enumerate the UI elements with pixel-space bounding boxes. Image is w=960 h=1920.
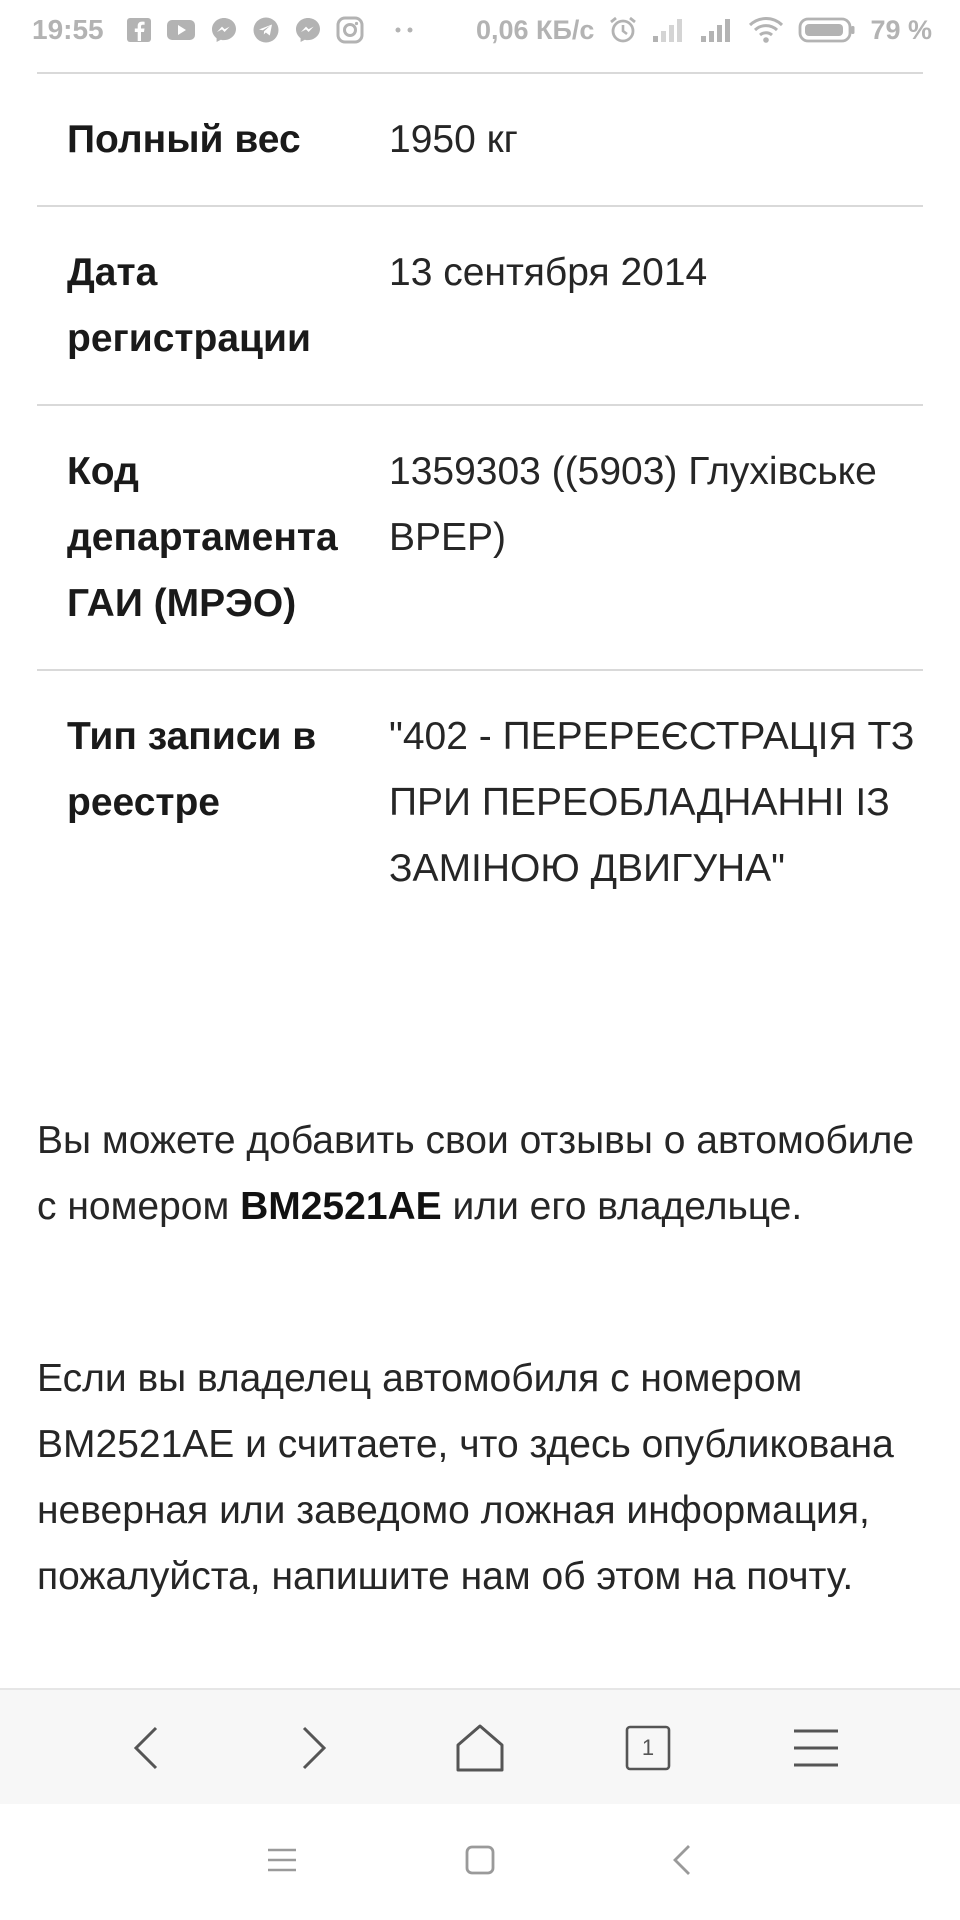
facebook-icon	[126, 17, 152, 43]
network-speed: 0,06 КБ/с	[475, 14, 595, 45]
battery-icon	[798, 16, 856, 44]
forward-button[interactable]	[254, 1690, 374, 1806]
home-square-icon	[465, 1845, 495, 1880]
alarm-icon	[608, 15, 638, 45]
recent-apps-icon	[267, 1847, 297, 1878]
table-row: Дата регистрации 13 сентября 2014	[37, 207, 923, 406]
page-content: Полный вес 1950 кг Дата регистрации 13 с…	[0, 60, 960, 1688]
back-icon	[131, 1725, 161, 1771]
plate-number: BM2521AE	[240, 1185, 442, 1228]
recent-apps-button[interactable]	[232, 1804, 332, 1920]
wifi-icon	[748, 16, 784, 44]
battery-percent: 79 %	[870, 14, 932, 45]
menu-icon	[793, 1728, 839, 1768]
table-row: Код департамента ГАИ (МРЭО) 1359303 ((59…	[37, 406, 923, 671]
row-label: Дата регистрации	[67, 251, 311, 360]
owner-paragraph: Если вы владелец автомобиля с номером BM…	[37, 1357, 894, 1598]
status-bar: 19:55 0,06 КБ/с 79 %	[0, 0, 960, 60]
signal-icon	[652, 17, 686, 43]
row-value: 1950 кг	[389, 118, 518, 161]
system-back-button[interactable]	[632, 1804, 732, 1920]
forward-icon	[299, 1725, 329, 1771]
status-left: 19:55	[32, 0, 414, 60]
status-time: 19:55	[32, 14, 104, 45]
signal-icon	[700, 17, 734, 43]
row-label: Полный вес	[67, 118, 301, 161]
table-row: Полный вес 1950 кг	[37, 74, 923, 207]
system-back-icon	[672, 1844, 692, 1881]
reviews-text-after: или его владельце.	[441, 1185, 803, 1228]
tab-count: 1	[641, 1735, 655, 1760]
browser-toolbar: 1	[0, 1688, 960, 1806]
back-button[interactable]	[86, 1690, 206, 1806]
messenger-icon	[210, 16, 238, 44]
status-right: 0,06 КБ/с 79 %	[476, 0, 932, 60]
messenger-icon	[294, 16, 322, 44]
system-navigation-bar	[0, 1804, 960, 1920]
vehicle-info-table: Полный вес 1950 кг Дата регистрации 13 с…	[37, 72, 923, 934]
row-value: 1359303 ((5903) Глухівське ВРЕР)	[389, 450, 877, 559]
youtube-icon	[166, 18, 196, 42]
row-value: "402 - ПЕРЕРЕЄСТРАЦІЯ ТЗ ПРИ ПЕРЕОБЛАДНА…	[389, 715, 915, 890]
row-value: 13 сентября 2014	[389, 251, 708, 294]
row-label: Тип записи в реестре	[67, 715, 317, 824]
tabs-button[interactable]: 1	[588, 1690, 708, 1806]
menu-button[interactable]	[756, 1690, 876, 1806]
telegram-icon	[252, 16, 280, 44]
home-icon	[455, 1723, 505, 1773]
system-home-button[interactable]	[430, 1804, 530, 1920]
home-button[interactable]	[420, 1690, 540, 1806]
more-notifications-icon	[394, 26, 414, 34]
reviews-paragraph: Вы можете добавить свои отзывы о автомоб…	[37, 1108, 927, 1240]
row-label: Код департамента ГАИ (МРЭО)	[67, 450, 338, 625]
instagram-icon	[336, 16, 364, 44]
tabs-icon: 1	[625, 1725, 671, 1771]
table-row: Тип записи в реестре "402 - ПЕРЕРЕЄСТРАЦ…	[37, 671, 923, 934]
